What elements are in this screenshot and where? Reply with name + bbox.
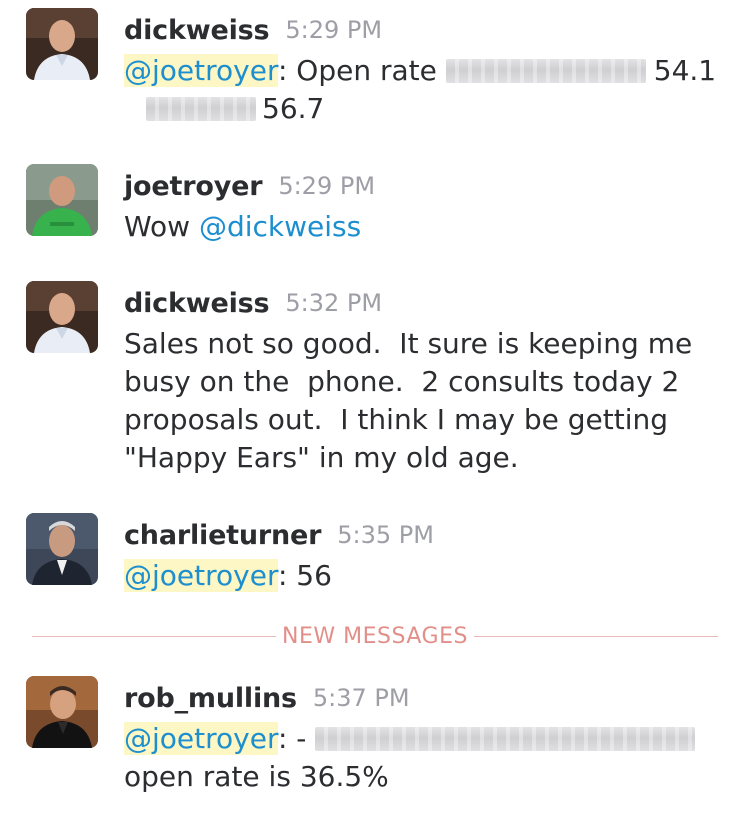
author-name[interactable]: dickweiss bbox=[124, 288, 270, 319]
new-messages-label: NEW MESSAGES bbox=[282, 623, 468, 649]
timestamp[interactable]: 5:29 PM bbox=[278, 172, 375, 200]
author-name[interactable]: rob_mullins bbox=[124, 683, 297, 714]
redacted-block bbox=[146, 97, 256, 121]
message-text: @joetroyer: - open rate is 36.5% bbox=[124, 720, 730, 796]
divider-line bbox=[473, 635, 718, 637]
message-line: proposals out. I think I may be getting bbox=[124, 403, 669, 436]
message-text-segment: : - bbox=[277, 722, 316, 755]
avatar[interactable] bbox=[26, 8, 98, 80]
message-line: busy on the phone. 2 consults today 2 bbox=[124, 365, 680, 398]
new-messages-divider: NEW MESSAGES bbox=[32, 621, 718, 651]
author-name[interactable]: charlieturner bbox=[124, 520, 321, 551]
redacted-block bbox=[445, 59, 646, 83]
message-text-segment: Wow bbox=[124, 210, 199, 243]
redacted-block bbox=[315, 727, 696, 751]
value-text: 56.7 bbox=[262, 92, 325, 125]
timestamp[interactable]: 5:37 PM bbox=[313, 684, 410, 712]
author-name[interactable]: dickweiss bbox=[124, 15, 270, 46]
message-text: @joetroyer: Open rate 54.1 56.7 bbox=[124, 52, 730, 128]
message-text: @joetroyer: 56 bbox=[124, 557, 730, 595]
mention-link[interactable]: @dickweiss bbox=[199, 210, 361, 243]
avatar[interactable] bbox=[26, 513, 98, 585]
message-text: Wow @dickweiss bbox=[124, 208, 730, 246]
message-text-segment: : Open rate bbox=[277, 54, 446, 87]
value-text: 54.1 bbox=[653, 54, 717, 87]
timestamp[interactable]: 5:29 PM bbox=[285, 16, 382, 44]
divider-line bbox=[32, 635, 277, 637]
mention-link[interactable]: @joetroyer bbox=[124, 722, 278, 755]
timestamp[interactable]: 5:35 PM bbox=[337, 521, 434, 549]
mention-link[interactable]: @joetroyer bbox=[124, 54, 278, 87]
avatar[interactable] bbox=[26, 676, 98, 748]
mention-link[interactable]: @joetroyer bbox=[124, 559, 278, 592]
message-line: "Happy Ears" in my old age. bbox=[124, 441, 519, 474]
message-text-segment: : 56 bbox=[277, 559, 332, 592]
avatar[interactable] bbox=[26, 281, 98, 353]
message-text: Sales not so good. It sure is keeping me… bbox=[124, 325, 730, 477]
timestamp[interactable]: 5:32 PM bbox=[285, 289, 382, 317]
message-line: open rate is 36.5% bbox=[124, 760, 389, 793]
author-name[interactable]: joetroyer bbox=[124, 171, 263, 202]
avatar[interactable] bbox=[26, 164, 98, 236]
message-line: Sales not so good. It sure is keeping me bbox=[124, 327, 693, 360]
